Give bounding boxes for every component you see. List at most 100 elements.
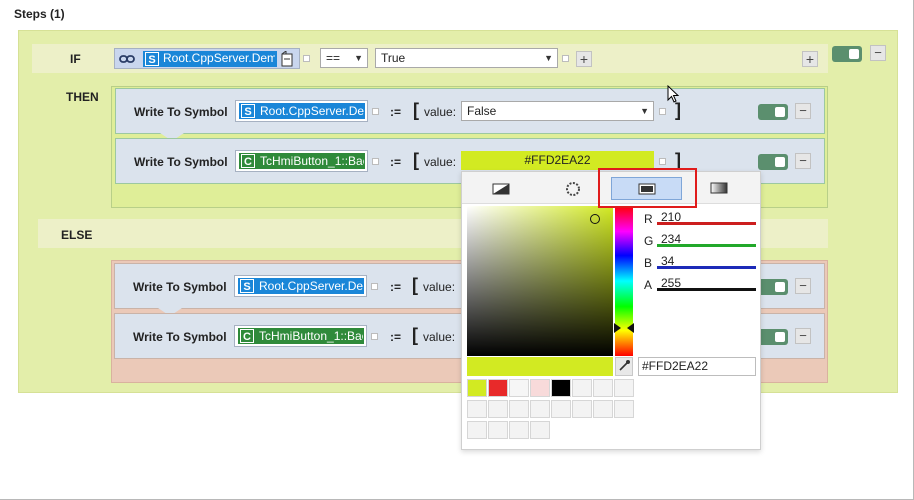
then-action-1-symbol-field[interactable]: S Root.CppServer.Der: [235, 100, 368, 122]
channel-g-slider[interactable]: [657, 244, 756, 247]
swatch-empty[interactable]: [467, 421, 487, 439]
swatch-empty[interactable]: [614, 400, 634, 418]
else-action-2-symbol-text: TcHmiButton_1::Bac: [259, 329, 363, 343]
then-action-1-value-options-box[interactable]: [659, 108, 666, 115]
swatch-empty[interactable]: [530, 400, 550, 418]
hue-handle-left[interactable]: [614, 323, 621, 333]
then-action-1-value-select[interactable]: False ▼: [461, 101, 654, 121]
swatch-empty[interactable]: [572, 379, 592, 397]
current-color-preview: [467, 357, 613, 376]
swatch-color[interactable]: [467, 379, 487, 397]
remove-then-action-1-button[interactable]: −: [795, 103, 811, 119]
then-action-2-toggle[interactable]: [758, 154, 788, 170]
control-symbol-badge-icon: C: [241, 154, 255, 168]
if-value-options-box[interactable]: [562, 55, 569, 62]
then-action-1-value: False: [467, 104, 497, 118]
swatch-empty[interactable]: [488, 400, 508, 418]
add-if-button[interactable]: +: [802, 51, 818, 67]
hue-handle-right[interactable]: [627, 323, 634, 333]
else-action-1-symbol-field[interactable]: S Root.CppServer.Der: [234, 275, 367, 297]
swatch-empty[interactable]: [572, 400, 592, 418]
then-action-2-symbol-options-box[interactable]: [372, 158, 379, 165]
swatch-empty[interactable]: [509, 400, 529, 418]
if-symbol-text: Root.CppServer.Demo: [163, 51, 275, 65]
assign-operator: :=: [390, 280, 402, 294]
then-action-1-symbol-options-box[interactable]: [372, 108, 379, 115]
eyedropper-icon[interactable]: [615, 357, 633, 376]
radial-gradient-tab[interactable]: [564, 180, 582, 198]
swatch-empty[interactable]: [593, 379, 613, 397]
then-action-2-value-options-box[interactable]: [659, 158, 666, 165]
no-color-tab[interactable]: [490, 182, 512, 196]
if-symbol-field[interactable]: S Root.CppServer.Demo: [143, 51, 277, 67]
channel-r-slider[interactable]: [657, 222, 756, 225]
swatch-empty[interactable]: [467, 400, 487, 418]
then-action-1-symbol-text: Root.CppServer.Der: [260, 104, 364, 118]
swatch-color[interactable]: [488, 379, 508, 397]
chevron-down-icon: ▼: [544, 53, 553, 63]
channel-a-slider[interactable]: [657, 288, 756, 291]
then-action-2-value-label: value:: [424, 155, 457, 169]
if-label: IF: [70, 52, 81, 66]
else-action-2-value-label: value:: [423, 330, 456, 344]
channel-a-label: A: [644, 278, 653, 292]
then-label: THEN: [66, 90, 99, 104]
assign-operator: :=: [390, 155, 402, 169]
operator-value: ==: [326, 51, 341, 65]
hex-input[interactable]: #FFD2EA22: [638, 357, 756, 376]
remove-else-action-2-button[interactable]: −: [795, 328, 811, 344]
link-icon[interactable]: [118, 52, 136, 66]
swatch-empty[interactable]: [530, 421, 550, 439]
saturation-value-area[interactable]: [467, 206, 613, 356]
else-action-1-symbol-options-box[interactable]: [371, 283, 378, 290]
channel-b: B 34: [644, 254, 756, 276]
remove-step-button[interactable]: −: [870, 45, 886, 61]
swatch-empty[interactable]: [614, 379, 634, 397]
hex-input-value: #FFD2EA22: [642, 359, 709, 373]
swatch-color[interactable]: [530, 379, 550, 397]
server-symbol-badge-icon: S: [241, 104, 255, 118]
open-bracket: [: [412, 275, 418, 295]
swatch-empty[interactable]: [488, 421, 508, 439]
then-action-2-color-text: #FFD2EA22: [524, 153, 591, 167]
channel-r: R 210: [644, 210, 756, 232]
else-action-2-symbol-field[interactable]: C TcHmiButton_1::Bac: [234, 325, 367, 347]
else-action-2-toggle[interactable]: [758, 329, 788, 345]
hue-slider[interactable]: [614, 206, 634, 356]
else-action-1-toggle[interactable]: [758, 279, 788, 295]
chevron-down-icon: ▼: [354, 53, 363, 63]
swatch-empty[interactable]: [593, 400, 613, 418]
swatch-empty[interactable]: [509, 421, 529, 439]
channel-b-label: B: [644, 256, 653, 270]
then-action-2-symbol-field[interactable]: C TcHmiButton_1::Bac: [235, 150, 368, 172]
operator-select[interactable]: == ▼: [320, 48, 368, 68]
if-symbol-group: S Root.CppServer.Demo: [114, 48, 300, 69]
swatch-color[interactable]: [509, 379, 529, 397]
assign-operator: :=: [390, 105, 402, 119]
channel-g: G 234: [644, 232, 756, 254]
else-label: ELSE: [61, 228, 93, 242]
else-action-1-label: Write To Symbol: [133, 280, 227, 294]
server-symbol-badge-icon: S: [145, 52, 159, 66]
swatch-color[interactable]: [551, 379, 571, 397]
step-enabled-toggle[interactable]: [832, 46, 862, 62]
chevron-down-icon: ▼: [640, 106, 649, 116]
linear-gradient-tab[interactable]: [710, 182, 728, 194]
add-condition-button[interactable]: +: [576, 51, 592, 67]
swatch-empty[interactable]: [551, 400, 571, 418]
if-symbol-options-box[interactable]: [303, 55, 310, 62]
open-bracket: [: [412, 325, 418, 345]
if-value-select[interactable]: True ▼: [375, 48, 558, 68]
channel-b-slider[interactable]: [657, 266, 756, 269]
else-action-2-symbol-options-box[interactable]: [371, 333, 378, 340]
then-action-1-toggle[interactable]: [758, 104, 788, 120]
editor-frame: Steps (1) IF S Root.CppServer.Demo == ▼ …: [0, 0, 914, 500]
remove-else-action-1-button[interactable]: −: [795, 278, 811, 294]
remove-then-action-2-button[interactable]: −: [795, 153, 811, 169]
then-action-1-value-label: value:: [424, 105, 457, 119]
highlight-box: [598, 168, 697, 208]
color-cursor[interactable]: [590, 214, 600, 224]
channel-a: A 255: [644, 276, 756, 298]
browse-symbol-icon[interactable]: [278, 50, 296, 67]
if-value: True: [381, 51, 406, 65]
